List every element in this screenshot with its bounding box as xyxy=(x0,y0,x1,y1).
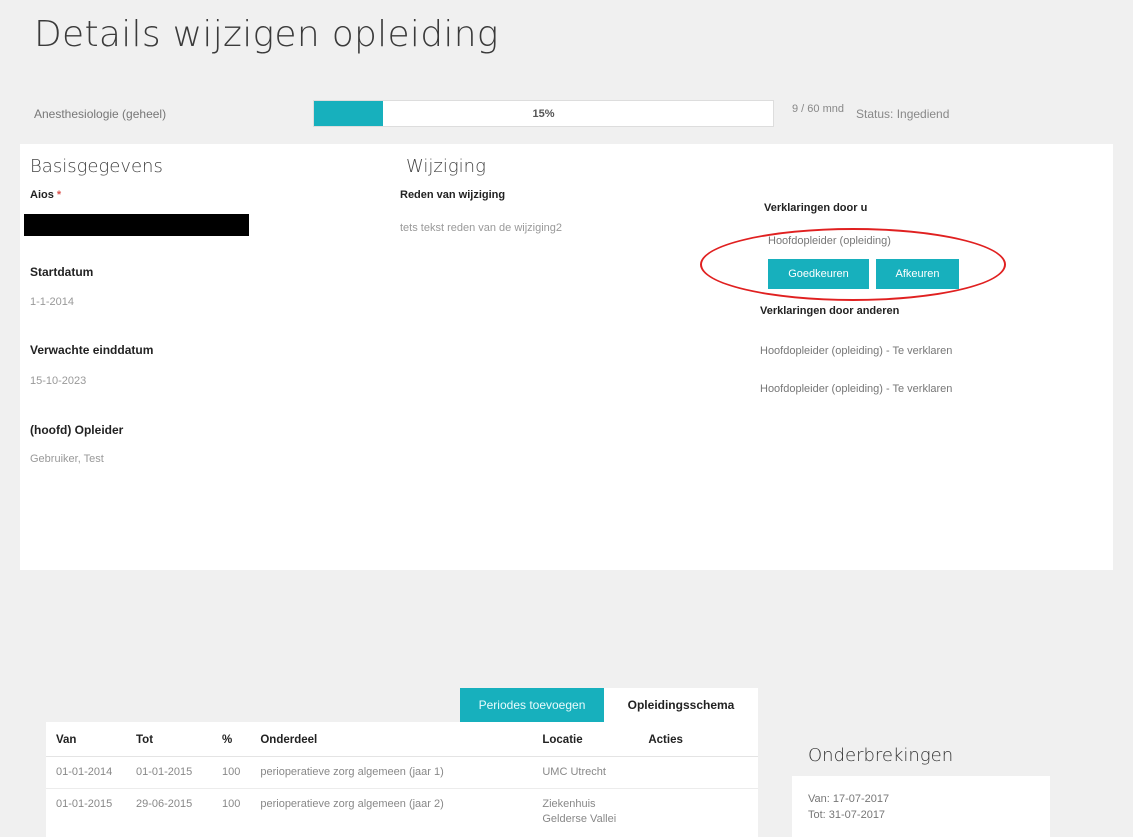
einddatum-value: 15-10-2023 xyxy=(30,375,87,387)
startdatum-label: Startdatum xyxy=(30,265,94,279)
progress-percent: 15% xyxy=(532,108,555,120)
progress-row: Anesthesiologie (geheel) 15% 9 / 60 mnd … xyxy=(34,100,1114,140)
table-header-row: Van Tot % Onderdeel Locatie Acties xyxy=(46,722,758,757)
verklaringen-door-u-title: Verklaringen door u xyxy=(764,202,868,214)
cell-locatie: Ziekenhuis Gelderse Vallei xyxy=(532,788,639,835)
table-row[interactable]: 01-01-2015 29-06-2015 100 perioperatieve… xyxy=(46,788,758,835)
table-row[interactable]: 01-01-2014 01-01-2015 100 perioperatieve… xyxy=(46,756,758,789)
page-title: Details wijzigen opleiding xyxy=(34,14,499,55)
cell-onderdeel: perioperatieve zorg algemeen (jaar 1) xyxy=(250,756,533,789)
cell-percent: 100 xyxy=(212,788,251,835)
col-locatie: Locatie xyxy=(532,722,639,757)
reden-value: tets tekst reden van de wijziging2 xyxy=(400,222,563,234)
onderbreking-tot: Tot: 31-07-2017 xyxy=(808,809,886,821)
onderbreking-card[interactable]: Van: 17-07-2017 Tot: 31-07-2017 xyxy=(792,776,1050,837)
aios-label: Aios * xyxy=(30,189,62,201)
cell-acties xyxy=(638,788,758,835)
cell-van: 01-01-2015 xyxy=(46,788,126,835)
reject-button[interactable]: Afkeuren xyxy=(876,259,959,289)
col-onderdeel: Onderdeel xyxy=(250,722,533,757)
cell-percent: 100 xyxy=(212,756,251,789)
cell-locatie: UMC Utrecht xyxy=(532,756,639,789)
months-counter: 9 / 60 mnd xyxy=(792,103,844,115)
startdatum-value: 1-1-2014 xyxy=(30,296,75,308)
progress-label: Anesthesiologie (geheel) xyxy=(34,107,167,121)
own-role: Hoofdopleider (opleiding) xyxy=(768,235,891,247)
cell-acties xyxy=(638,756,758,789)
verklaringen-door-anderen-title: Verklaringen door anderen xyxy=(760,305,900,317)
progress-bar: 15% xyxy=(313,100,774,127)
reden-label: Reden van wijziging xyxy=(400,189,506,201)
col-tot: Tot xyxy=(126,722,212,757)
opleider-label: (hoofd) Opleider xyxy=(30,423,124,437)
col-van: Van xyxy=(46,722,126,757)
cell-tot: 29-06-2015 xyxy=(126,788,212,835)
basisgegevens-title: Basisgegevens xyxy=(30,156,163,177)
opleider-value: Gebruiker, Test xyxy=(30,453,104,465)
periods-table-wrap: Van Tot % Onderdeel Locatie Acties 01-01… xyxy=(46,722,758,837)
col-percent: % xyxy=(212,722,251,757)
einddatum-label: Verwachte einddatum xyxy=(30,343,154,357)
other-declaration: Hoofdopleider (opleiding) - Te verklaren xyxy=(760,345,953,357)
cell-van: 01-01-2014 xyxy=(46,756,126,789)
onderbreking-van: Van: 17-07-2017 xyxy=(808,793,890,805)
wijziging-title: Wijziging xyxy=(406,156,486,177)
status-text: Status: Ingediend xyxy=(856,107,950,121)
periods-table: Van Tot % Onderdeel Locatie Acties 01-01… xyxy=(46,722,758,835)
cell-onderdeel: perioperatieve zorg algemeen (jaar 2) xyxy=(250,788,533,835)
aios-redacted-value xyxy=(24,214,249,236)
approve-button[interactable]: Goedkeuren xyxy=(768,259,869,289)
onderbrekingen-title: Onderbrekingen xyxy=(808,745,954,766)
details-panel: Basisgegevens Aios * Startdatum 1-1-2014… xyxy=(20,144,1113,570)
tab-periodes-toevoegen[interactable]: Periodes toevoegen xyxy=(460,688,604,722)
col-acties: Acties xyxy=(638,722,758,757)
required-mark: * xyxy=(56,189,62,201)
tab-opleidingsschema[interactable]: Opleidingsschema xyxy=(604,688,758,722)
cell-tot: 01-01-2015 xyxy=(126,756,212,789)
other-declaration: Hoofdopleider (opleiding) - Te verklaren xyxy=(760,383,953,395)
